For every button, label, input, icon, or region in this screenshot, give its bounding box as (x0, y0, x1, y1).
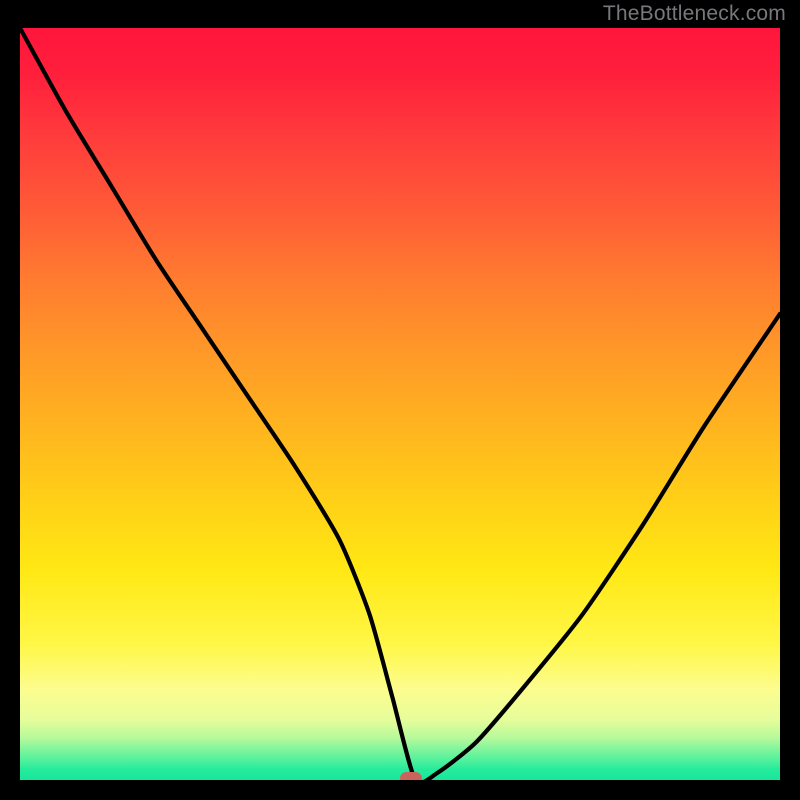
optimum-marker (400, 772, 422, 780)
chart-frame: TheBottleneck.com (0, 0, 800, 800)
chart-plot-area (20, 28, 780, 780)
bottleneck-curve (20, 28, 780, 780)
attribution-label: TheBottleneck.com (603, 2, 786, 26)
